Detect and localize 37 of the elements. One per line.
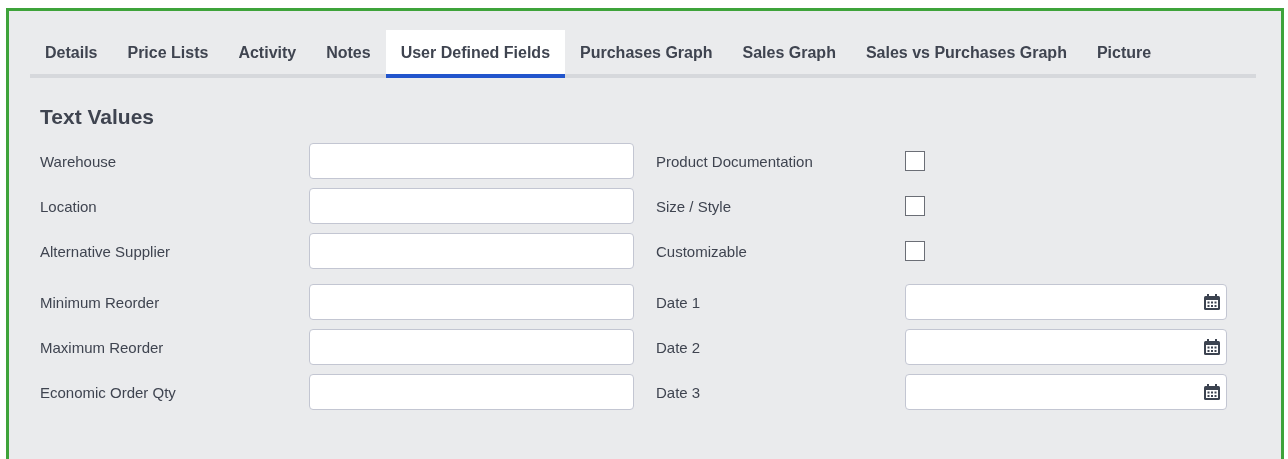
tab[interactable]: Picture [1081, 30, 1167, 78]
field-label: Date 2 [655, 338, 702, 356]
date-field[interactable] [905, 374, 1227, 410]
field-label: Location [40, 197, 98, 215]
text-field[interactable] [309, 284, 634, 320]
text-field[interactable] [309, 188, 634, 224]
field-label: Economic Order Qty [40, 383, 177, 401]
field-label: Minimum Reorder [40, 293, 161, 311]
calendar-icon[interactable] [1203, 383, 1221, 401]
text-field[interactable] [309, 329, 634, 365]
field-label: Date 1 [655, 293, 702, 311]
text-field[interactable] [309, 374, 634, 410]
checkbox[interactable] [905, 196, 925, 216]
checkbox[interactable] [905, 241, 925, 261]
text-field[interactable] [309, 233, 634, 269]
field-label: Size / Style [655, 197, 733, 215]
text-field[interactable] [309, 143, 634, 179]
checkbox[interactable] [905, 151, 925, 171]
date-field[interactable] [905, 284, 1227, 320]
field-label: Warehouse [40, 152, 118, 170]
calendar-icon[interactable] [1203, 338, 1221, 356]
tab[interactable]: Purchases Graph [565, 30, 728, 78]
field-label: Product Documentation [655, 152, 814, 170]
field-label: Customizable [655, 242, 748, 260]
tab[interactable]: Notes [311, 30, 386, 78]
field-label: Date 3 [655, 383, 702, 401]
tab[interactable]: Details [30, 30, 113, 78]
calendar-icon[interactable] [1203, 293, 1221, 311]
date-field[interactable] [905, 329, 1227, 365]
section-title: Text Values [40, 105, 155, 129]
tab[interactable]: Sales Graph [727, 30, 851, 78]
tab[interactable]: Activity [223, 30, 312, 78]
field-label: Maximum Reorder [40, 338, 165, 356]
tab[interactable]: Sales vs Purchases Graph [850, 30, 1082, 78]
tab[interactable]: User Defined Fields [385, 30, 566, 78]
field-label: Alternative Supplier [40, 242, 172, 260]
tab[interactable]: Price Lists [112, 30, 224, 78]
